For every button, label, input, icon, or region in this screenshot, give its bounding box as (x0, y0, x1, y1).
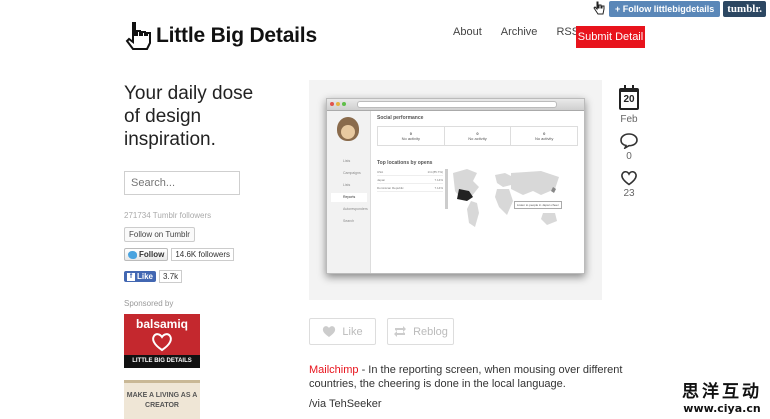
post-actions: Like Reblog (309, 318, 454, 345)
post-caption: Mailchimp - In the reporting screen, whe… (309, 363, 629, 391)
twitter-follow-button[interactable]: Follow (124, 248, 169, 261)
sponsored-label: Sponsored by (124, 299, 174, 308)
browser-chrome (327, 99, 584, 111)
address-bar (357, 101, 557, 108)
tagline: Your daily dose of design inspiration. (124, 83, 254, 150)
comments-count: 0 (626, 151, 632, 162)
heart-icon (323, 326, 336, 337)
balsamiq-ad[interactable]: balsamiq LITTLE BIG DETAILS (124, 314, 200, 368)
reblog-button[interactable]: Reblog (387, 318, 454, 345)
menu-item: Lists (343, 183, 351, 187)
twitter-follow-widget: Follow 14.6K followers (124, 248, 235, 261)
mailchimp-logo-icon (337, 117, 359, 141)
menu-item: Search (343, 219, 355, 223)
menu-item: Lists (343, 159, 351, 163)
menu-item: Autoresponders (343, 207, 368, 211)
mailchimp-screenshot: Lists Campaigns Lists Reports Autorespon… (326, 98, 585, 274)
nav-about[interactable]: About (453, 26, 482, 38)
facebook-like-count: 3.7k (159, 270, 183, 283)
comment-icon[interactable] (620, 133, 638, 149)
site-logo[interactable]: Little Big Details (124, 21, 317, 51)
site-title: Little Big Details (156, 24, 317, 47)
facebook-like-button[interactable]: f Like (124, 271, 157, 282)
post-date-month: Feb (620, 114, 638, 125)
post-image[interactable]: Lists Campaigns Lists Reports Autorespon… (309, 80, 602, 300)
twitter-followers-count: 14.6K followers (171, 248, 235, 261)
app-main: Social performance 0 No activity 0 No acti… (377, 115, 578, 273)
tumblr-logo[interactable]: tumblr. (723, 1, 766, 17)
like-label: Like (342, 325, 363, 338)
ad-strip: LITTLE BIG DETAILS (124, 355, 200, 368)
stat-cell: 0 No activity (378, 127, 445, 145)
watermark-cn: 思洋互动 (682, 382, 762, 402)
map-tooltip: Listen to people in Japan cheer (514, 201, 562, 209)
follow-on-tumblr-button[interactable]: Follow on Tumblr (124, 227, 195, 242)
location-row: USA 1/4 (85.7%) (377, 170, 443, 176)
post-via: /via TehSeeker (309, 398, 382, 410)
hand-pointer-icon (125, 22, 151, 50)
facebook-icon: f (127, 272, 135, 281)
section-title: Social performance (377, 115, 424, 121)
watermark: 思洋互动 www.ciya.cn (682, 377, 762, 415)
ad-brand: balsamiq (135, 317, 189, 331)
post-meta: 20 Feb 0 23 (616, 85, 642, 199)
search-input[interactable] (124, 171, 240, 195)
location-row: Dominican Republic 7.14% (377, 186, 443, 192)
menu-item: Campaigns (343, 171, 361, 175)
like-button[interactable]: Like (309, 318, 376, 345)
facebook-like-label: Like (137, 272, 154, 281)
twitter-follow-label: Follow (139, 250, 165, 259)
post-date-day: 20 (623, 94, 635, 105)
tumblr-followers-count: 271734 Tumblr followers (124, 211, 212, 220)
location-row: Japan 7.14% (377, 178, 443, 184)
caption-link[interactable]: Mailchimp (309, 364, 359, 376)
reblog-icon (394, 326, 407, 337)
tumblr-controls: + Follow littlebigdetails tumblr. (592, 1, 766, 17)
calendar-icon: 20 (619, 85, 639, 110)
watermark-site: www.ciya.cn (683, 402, 761, 415)
facebook-like-widget: f Like 3.7k (124, 270, 183, 283)
submit-detail-button[interactable]: Submit Detail (576, 26, 645, 48)
likes-count: 23 (623, 188, 635, 199)
heart-outline-icon (152, 333, 172, 352)
tumblr-follow-button[interactable]: + Follow littlebigdetails (608, 1, 721, 17)
nav-archive[interactable]: Archive (501, 26, 538, 38)
menu-item-active: Reports (331, 193, 367, 202)
twitter-bird-icon (128, 250, 137, 259)
app-sidebar: Lists Campaigns Lists Reports Autorespon… (327, 111, 371, 273)
hand-cursor-icon (593, 1, 605, 15)
stat-cell: 0 No activity (534, 131, 554, 141)
locations-title: Top locations by opens (377, 160, 433, 166)
creator-ad[interactable]: MAKE A LIVING AS A CREATOR (124, 380, 200, 419)
stat-cell: 0 No activity (445, 127, 512, 145)
reblog-label: Reblog (413, 325, 448, 338)
heart-icon[interactable] (620, 170, 638, 186)
stats-row: 0 No activity 0 No activity 0 No activity (377, 126, 578, 146)
